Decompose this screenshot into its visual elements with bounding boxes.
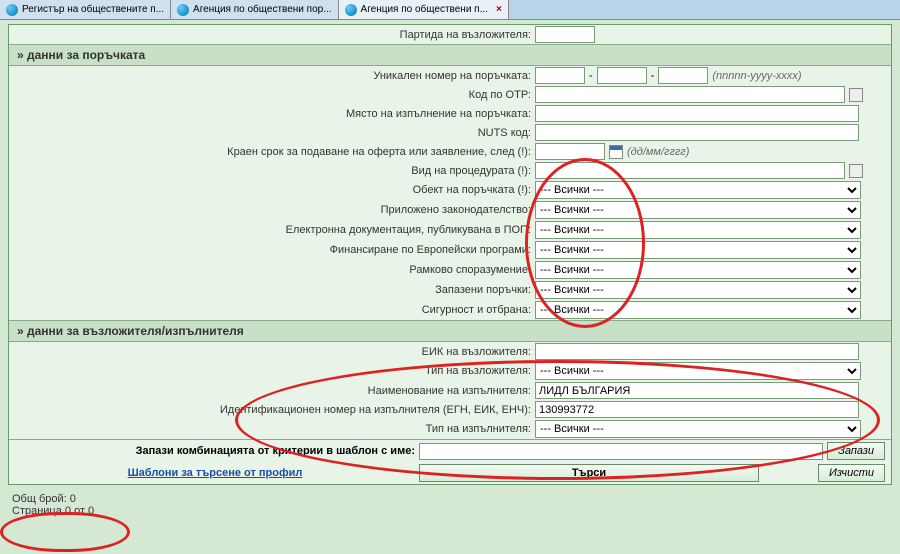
executor-name-input[interactable] [535, 382, 859, 399]
page-count: Страница 0 от 0 [12, 505, 888, 517]
label-proc-type: Вид на процедурата (!): [15, 165, 535, 177]
hint-date: (дд/мм/гггг) [627, 146, 689, 158]
browser-tab-active[interactable]: Агенция по обществени п... × [339, 0, 509, 19]
place-input[interactable] [535, 105, 859, 122]
label-unique-number: Уникален номер на поръчката: [15, 70, 535, 82]
eu-fin-select[interactable]: --- Всички --- [535, 241, 861, 259]
hint-unique: (nnnnn-yyyy-xxxx) [712, 70, 801, 82]
label-type: Тип на възложителя: [15, 365, 535, 377]
browser-tabs: Регистър на обществените п... Агенция по… [0, 0, 900, 20]
browser-tab[interactable]: Агенция по обществени пор... [171, 0, 339, 19]
browser-tab[interactable]: Регистър на обществените п... [0, 0, 171, 19]
label-place: Място на изпълнение на поръчката: [15, 108, 535, 120]
label-exec-type: Тип на изпълнителя: [15, 423, 535, 435]
executor-type-select[interactable]: --- Всички --- [535, 420, 861, 438]
reserved-select[interactable]: --- Всички --- [535, 281, 861, 299]
unique-num-2-input[interactable] [597, 67, 647, 84]
section-order-data: » данни за поръчката [9, 44, 891, 66]
label-eik: ЕИК на възложителя: [15, 346, 535, 358]
template-name-input[interactable] [419, 443, 823, 460]
legislation-select[interactable]: --- Всички --- [535, 201, 861, 219]
object-select[interactable]: --- Всички --- [535, 181, 861, 199]
calendar-icon[interactable] [609, 145, 623, 159]
save-button[interactable]: Запази [827, 442, 885, 460]
globe-icon [345, 4, 357, 16]
label-edoc: Електронна документация, публикувана в П… [15, 224, 535, 236]
label-framework: Рамково споразумение: [15, 264, 535, 276]
label-security: Сигурност и отбрана: [15, 304, 535, 316]
template-save-label: Запази комбинацията от критерии в шаблон… [15, 445, 415, 457]
section-party-data: » данни за възложителя/изпълнителя [9, 320, 891, 342]
deadline-input[interactable] [535, 143, 605, 160]
unique-num-3-input[interactable] [658, 67, 708, 84]
label-deadline: Краен срок за подаване на оферта или зая… [15, 146, 535, 158]
search-button[interactable]: Търси [419, 464, 759, 482]
otp-input[interactable] [535, 86, 845, 103]
eik-input[interactable] [535, 343, 859, 360]
framework-select[interactable]: --- Всички --- [535, 261, 861, 279]
label-legislation: Приложено законодателство: [15, 204, 535, 216]
edoc-select[interactable]: --- Всички --- [535, 221, 861, 239]
lookup-icon[interactable] [849, 164, 863, 178]
tab-label: Регистър на обществените п... [22, 4, 164, 15]
clear-button[interactable]: Изчисти [818, 464, 885, 482]
executor-id-input[interactable] [535, 401, 859, 418]
label-otp: Код по ОТР: [15, 89, 535, 101]
lookup-icon[interactable] [849, 88, 863, 102]
label-party-number: Партида на възложителя: [15, 29, 535, 41]
proc-type-input[interactable] [535, 162, 845, 179]
party-number-input[interactable] [535, 26, 595, 43]
contractor-type-select[interactable]: --- Всички --- [535, 362, 861, 380]
label-exec-name: Наименование на изпълнителя: [15, 385, 535, 397]
total-count: Общ брой: 0 [12, 493, 888, 505]
label-exec-id: Идентификационен номер на изпълнителя (Е… [15, 404, 535, 416]
tab-label: Агенция по обществени пор... [193, 4, 332, 15]
globe-icon [177, 4, 189, 16]
tab-label: Агенция по обществени п... [361, 4, 488, 15]
label-eu-fin: Финансиране по Европейски програми: [15, 244, 535, 256]
security-select[interactable]: --- Всички --- [535, 301, 861, 319]
nuts-input[interactable] [535, 124, 859, 141]
label-nuts: NUTS код: [15, 127, 535, 139]
globe-icon [6, 4, 18, 16]
unique-num-1-input[interactable] [535, 67, 585, 84]
label-reserved: Запазени поръчки: [15, 284, 535, 296]
templates-link[interactable]: Шаблони за търсене от профил [128, 467, 303, 479]
close-icon[interactable]: × [496, 4, 502, 15]
label-object: Обект на поръчката (!): [15, 184, 535, 196]
